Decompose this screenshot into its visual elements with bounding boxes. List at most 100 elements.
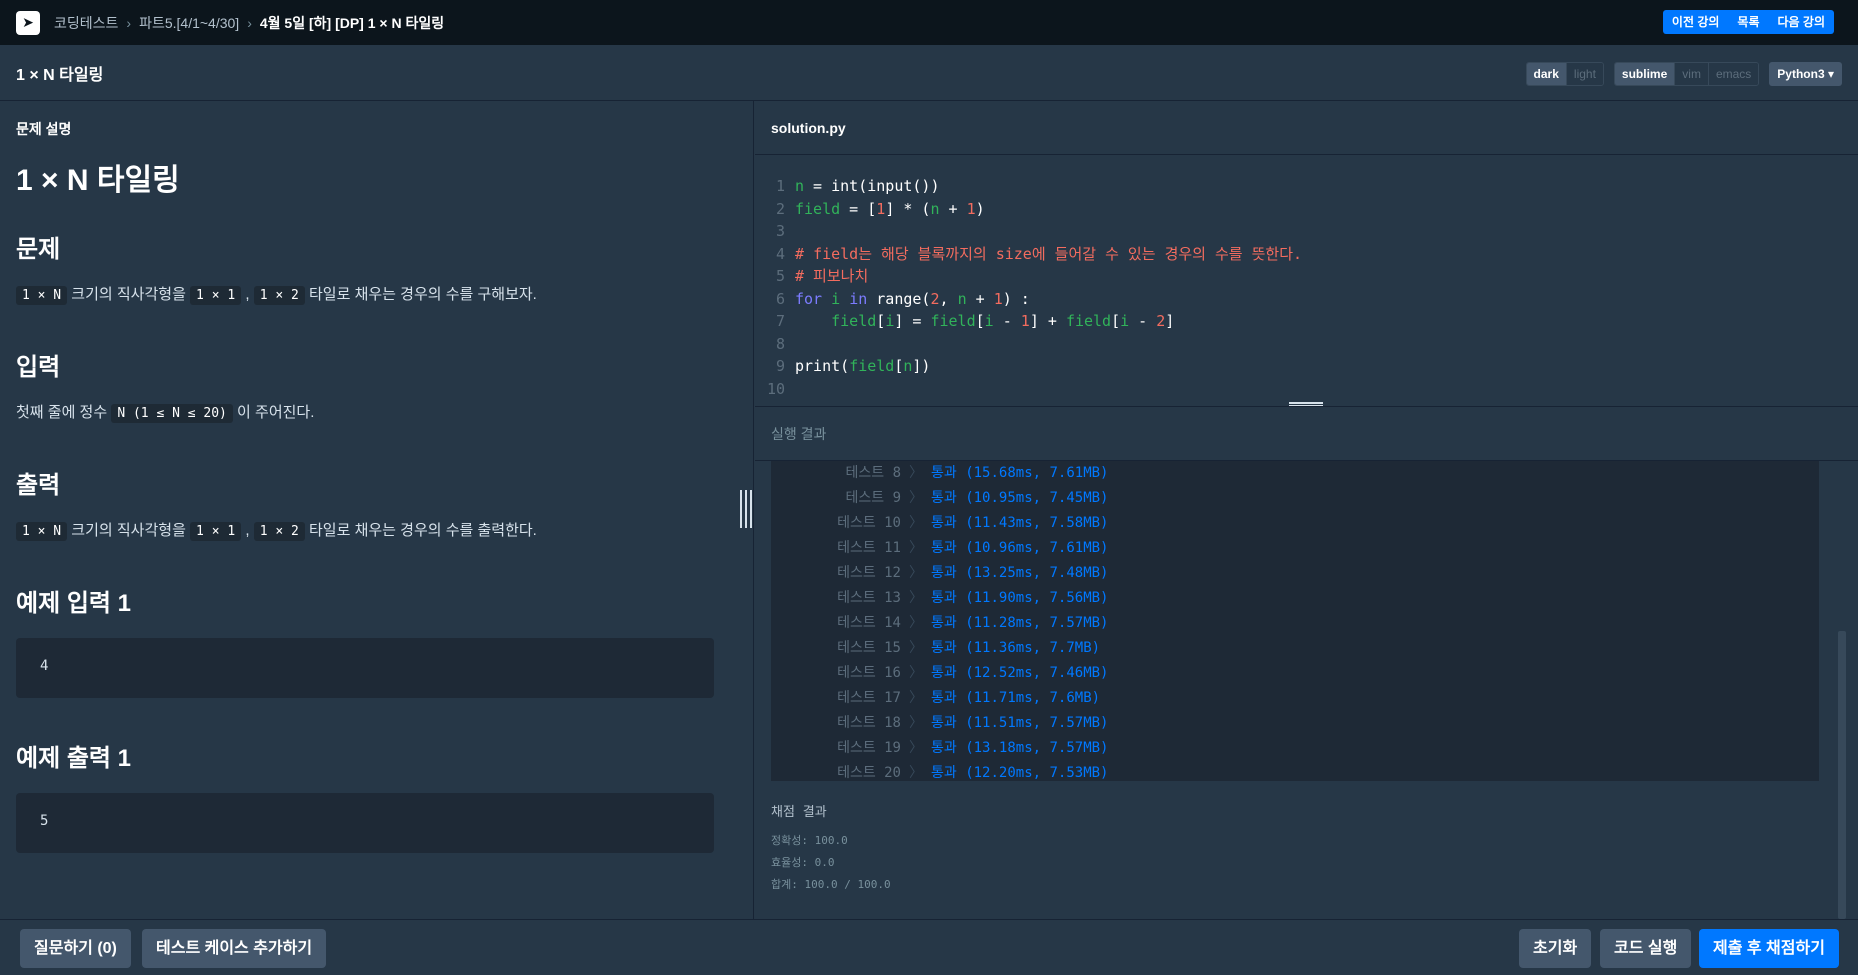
code-text: n = int(input()) bbox=[795, 175, 940, 198]
problem-heading: 문제 bbox=[16, 236, 61, 263]
code-token: i bbox=[1120, 312, 1130, 330]
code-token: n bbox=[957, 289, 967, 308]
code-token: # 피보나치 bbox=[795, 267, 869, 285]
code-line[interactable]: 6 for i in range(2, n + 1) : bbox=[755, 288, 1858, 311]
code-line[interactable]: 3 bbox=[755, 220, 1858, 243]
test-name: 테스트 14 bbox=[837, 615, 901, 631]
chevron-right-icon: 〉 bbox=[909, 640, 923, 656]
programmers-logo-icon[interactable]: ➤ bbox=[16, 10, 40, 35]
code-token: 2 bbox=[1156, 312, 1166, 330]
test-result: 통과 (11.43ms, 7.58MB) bbox=[931, 515, 1109, 531]
input-text: 첫째 줄에 정수 N (1 ≤ N ≤ 20) 이 주어진다. bbox=[16, 402, 737, 425]
code-text: # 피보나치 bbox=[795, 265, 868, 288]
line-number: 2 bbox=[775, 199, 785, 218]
test-name: 테스트 16 bbox=[837, 665, 901, 681]
test-result-row: 테스트 20 〉 통과 (12.20ms, 7.53MB) bbox=[771, 761, 1819, 781]
keymap-sublime-button[interactable]: sublime bbox=[1614, 63, 1676, 85]
input-heading: 입력 bbox=[16, 354, 61, 381]
text-span: 타일로 채우는 경우의 수를 출력한다. bbox=[304, 522, 537, 539]
test-result: 통과 (12.52ms, 7.46MB) bbox=[931, 665, 1109, 681]
next-lesson-button[interactable]: 다음 강의 bbox=[1769, 10, 1835, 34]
code-line[interactable]: 2 field = [1] * (n + 1) bbox=[755, 198, 1858, 221]
code-token: n bbox=[930, 199, 940, 218]
lesson-navigation: 이전 강의 목록 다음 강의 bbox=[1662, 10, 1835, 34]
chevron-right-icon: 〉 bbox=[909, 740, 923, 756]
code-line[interactable]: 9 print(field[n]) bbox=[755, 355, 1858, 378]
submit-button[interactable]: 제출 후 채점하기 bbox=[1699, 929, 1839, 968]
code-token: [ bbox=[975, 312, 985, 330]
code-token: + bbox=[939, 199, 967, 218]
keymap-emacs-button[interactable]: emacs bbox=[1708, 63, 1759, 85]
add-test-case-button[interactable]: 테스트 케이스 추가하기 bbox=[142, 929, 327, 968]
code-token: field bbox=[1065, 312, 1112, 330]
inline-code: 1 × N bbox=[16, 522, 68, 541]
chevron-right-icon: › bbox=[247, 14, 252, 31]
inline-code: 1 × 2 bbox=[253, 522, 305, 541]
text-span: 첫째 줄에 정수 bbox=[16, 404, 112, 421]
line-number: 9 bbox=[775, 357, 785, 375]
breadcrumb-item-part[interactable]: 파트5.[4/1~4/30] bbox=[139, 13, 239, 33]
ask-question-button[interactable]: 질문하기 (0) bbox=[20, 929, 131, 968]
code-token: 1 bbox=[876, 199, 886, 218]
language-select[interactable]: Python3 ▾ bbox=[1769, 62, 1842, 86]
theme-dark-button[interactable]: dark bbox=[1526, 63, 1567, 85]
test-name: 테스트 19 bbox=[837, 740, 901, 756]
test-result: 통과 (12.20ms, 7.53MB) bbox=[931, 765, 1109, 781]
text-span: 타일로 채우는 경우의 수를 구해보자. bbox=[304, 286, 537, 303]
test-result: 통과 (10.96ms, 7.61MB) bbox=[931, 540, 1109, 556]
test-result-row: 테스트 12 〉 통과 (13.25ms, 7.48MB) bbox=[771, 561, 1819, 586]
code-line[interactable]: 4 # field는 해당 블록까지의 size에 들어갈 수 있는 경우의 수를… bbox=[755, 243, 1858, 266]
code-line[interactable]: 5 # 피보나치 bbox=[755, 265, 1858, 288]
line-number: 1 bbox=[775, 177, 785, 195]
code-token: 에 들어갈 수 있는 경우의 수를 뜻한다. bbox=[1031, 244, 1303, 263]
test-result-row: 테스트 17 〉 통과 (11.71ms, 7.6MB) bbox=[771, 686, 1819, 711]
code-token: ] + bbox=[1029, 312, 1066, 330]
code-token: 는 해당 블록까지의 bbox=[858, 244, 996, 263]
code-text: print(field[n]) bbox=[795, 355, 930, 378]
theme-light-button[interactable]: light bbox=[1566, 63, 1603, 85]
code-text: for i in range(2, n + 1) : bbox=[795, 288, 1030, 311]
panel-resize-handle[interactable] bbox=[740, 490, 752, 528]
grade-accuracy: 정확성: 100.0 bbox=[771, 834, 848, 847]
text-span: , bbox=[241, 522, 254, 539]
test-result-row: 테스트 11 〉 통과 (10.96ms, 7.61MB) bbox=[771, 536, 1819, 561]
code-editor[interactable]: 1n = int(input()) 2 field = [1] * (n + 1) 3… bbox=[755, 155, 1858, 407]
code-token: ) bbox=[975, 199, 985, 218]
test-result-row: 테스트 18 〉 통과 (11.51ms, 7.57MB) bbox=[771, 711, 1819, 736]
keymap-vim-button[interactable]: vim bbox=[1675, 63, 1709, 85]
chevron-right-icon: 〉 bbox=[909, 515, 923, 531]
code-line[interactable]: 7 field[i] = field[i - 1] + field[i - 2] bbox=[755, 310, 1858, 333]
grade-total: 합계: 100.0 / 100.0 bbox=[771, 878, 891, 891]
code-line[interactable]: 8 bbox=[755, 333, 1858, 356]
test-result: 통과 (10.95ms, 7.45MB) bbox=[931, 490, 1109, 506]
chevron-right-icon: 〉 bbox=[909, 465, 923, 481]
problem-title: 1 × N 타일링 bbox=[16, 164, 180, 197]
code-line[interactable]: 10 bbox=[755, 378, 1858, 401]
prev-lesson-button[interactable]: 이전 강의 bbox=[1663, 10, 1729, 34]
code-token: field bbox=[795, 312, 877, 330]
results-scrollbar[interactable] bbox=[1838, 631, 1846, 919]
editor-resize-grip-icon[interactable] bbox=[1289, 402, 1323, 406]
line-number: 8 bbox=[775, 334, 785, 353]
line-number: 5 bbox=[775, 267, 785, 285]
result-area: 테스트 8 〉 통과 (15.68ms, 7.61MB) 테스트 9 〉 통과 (10.9… bbox=[755, 461, 1858, 919]
test-result-row: 테스트 15 〉 통과 (11.36ms, 7.7MB) bbox=[771, 636, 1819, 661]
code-token: # bbox=[795, 244, 814, 263]
test-name: 테스트 9 bbox=[845, 490, 902, 506]
test-name: 테스트 10 bbox=[837, 515, 901, 531]
chevron-right-icon: 〉 bbox=[909, 565, 923, 581]
text-span: 크기의 직사각형을 bbox=[67, 522, 191, 539]
code-token: ]) bbox=[912, 357, 931, 375]
code-token: ] bbox=[1165, 312, 1175, 330]
code-line[interactable]: 1 n = int(input()) bbox=[755, 175, 1858, 198]
code-token: + bbox=[966, 289, 994, 308]
breadcrumb-item-coding-test[interactable]: 코딩테스트 bbox=[54, 13, 118, 33]
run-code-button[interactable]: 코드 실행 bbox=[1600, 929, 1692, 968]
test-result-row: 테스트 10 〉 통과 (11.43ms, 7.58MB) bbox=[771, 511, 1819, 536]
reset-button[interactable]: 초기화 bbox=[1519, 929, 1592, 968]
chevron-right-icon: 〉 bbox=[909, 590, 923, 606]
test-name: 테스트 15 bbox=[837, 640, 901, 656]
test-results-list[interactable]: 테스트 8 〉 통과 (15.68ms, 7.61MB) 테스트 9 〉 통과 (10.9… bbox=[771, 461, 1819, 781]
lesson-list-button[interactable]: 목록 bbox=[1728, 10, 1768, 34]
